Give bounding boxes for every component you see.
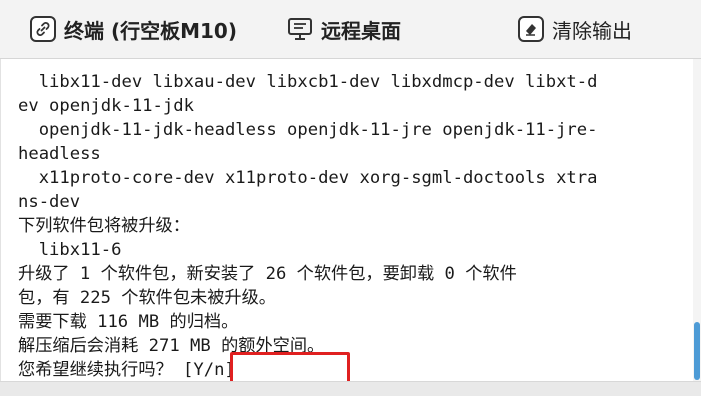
tab-remote-desktop-label: 远程桌面 (321, 18, 401, 43)
clear-output-label: 清除输出 (552, 18, 632, 43)
clear-output-button[interactable]: 清除输出 (518, 0, 632, 58)
terminal-line: libx11-6 (18, 240, 122, 260)
tab-terminal[interactable]: 终端 (行空板M10) (30, 0, 237, 58)
terminal-line: ev openjdk-11-jdk (18, 96, 194, 116)
tab-remote-desktop[interactable]: 远程桌面 (287, 0, 401, 58)
tab-terminal-label: 终端 (行空板M10) (64, 18, 237, 43)
monitor-icon (287, 16, 313, 42)
terminal-line: 包，有 225 个软件包未被升级。 (18, 288, 276, 308)
terminal-line: headless (18, 144, 101, 164)
terminal-line: 下列软件包将被升级： (18, 216, 190, 236)
terminal-line: 升级了 1 个软件包，新安装了 26 个软件包，要卸载 0 个软件 (18, 264, 517, 284)
toolbar: 终端 (行空板M10) 远程桌面 清除输出 (0, 0, 701, 59)
panel-bottom-edge (0, 381, 701, 396)
terminal-line: ns-dev (18, 192, 81, 212)
terminal-panel: 终端 (行空板M10) 远程桌面 清除输出 libx11-dev libxau-… (0, 0, 701, 396)
terminal-prompt-line: 您希望继续执行吗？ [Y/n] (18, 360, 235, 380)
eraser-icon (518, 16, 544, 42)
terminal-line: openjdk-11-jdk-headless openjdk-11-jre o… (18, 120, 598, 140)
terminal-line: libx11-dev libxau-dev libxcb1-dev libxdm… (18, 72, 598, 92)
terminal-line: 需要下载 116 MB 的归档。 (18, 312, 239, 332)
scrollbar-thumb[interactable] (694, 322, 700, 380)
link-icon (30, 16, 56, 42)
terminal-line: x11proto-core-dev x11proto-dev xorg-sgml… (18, 168, 598, 188)
